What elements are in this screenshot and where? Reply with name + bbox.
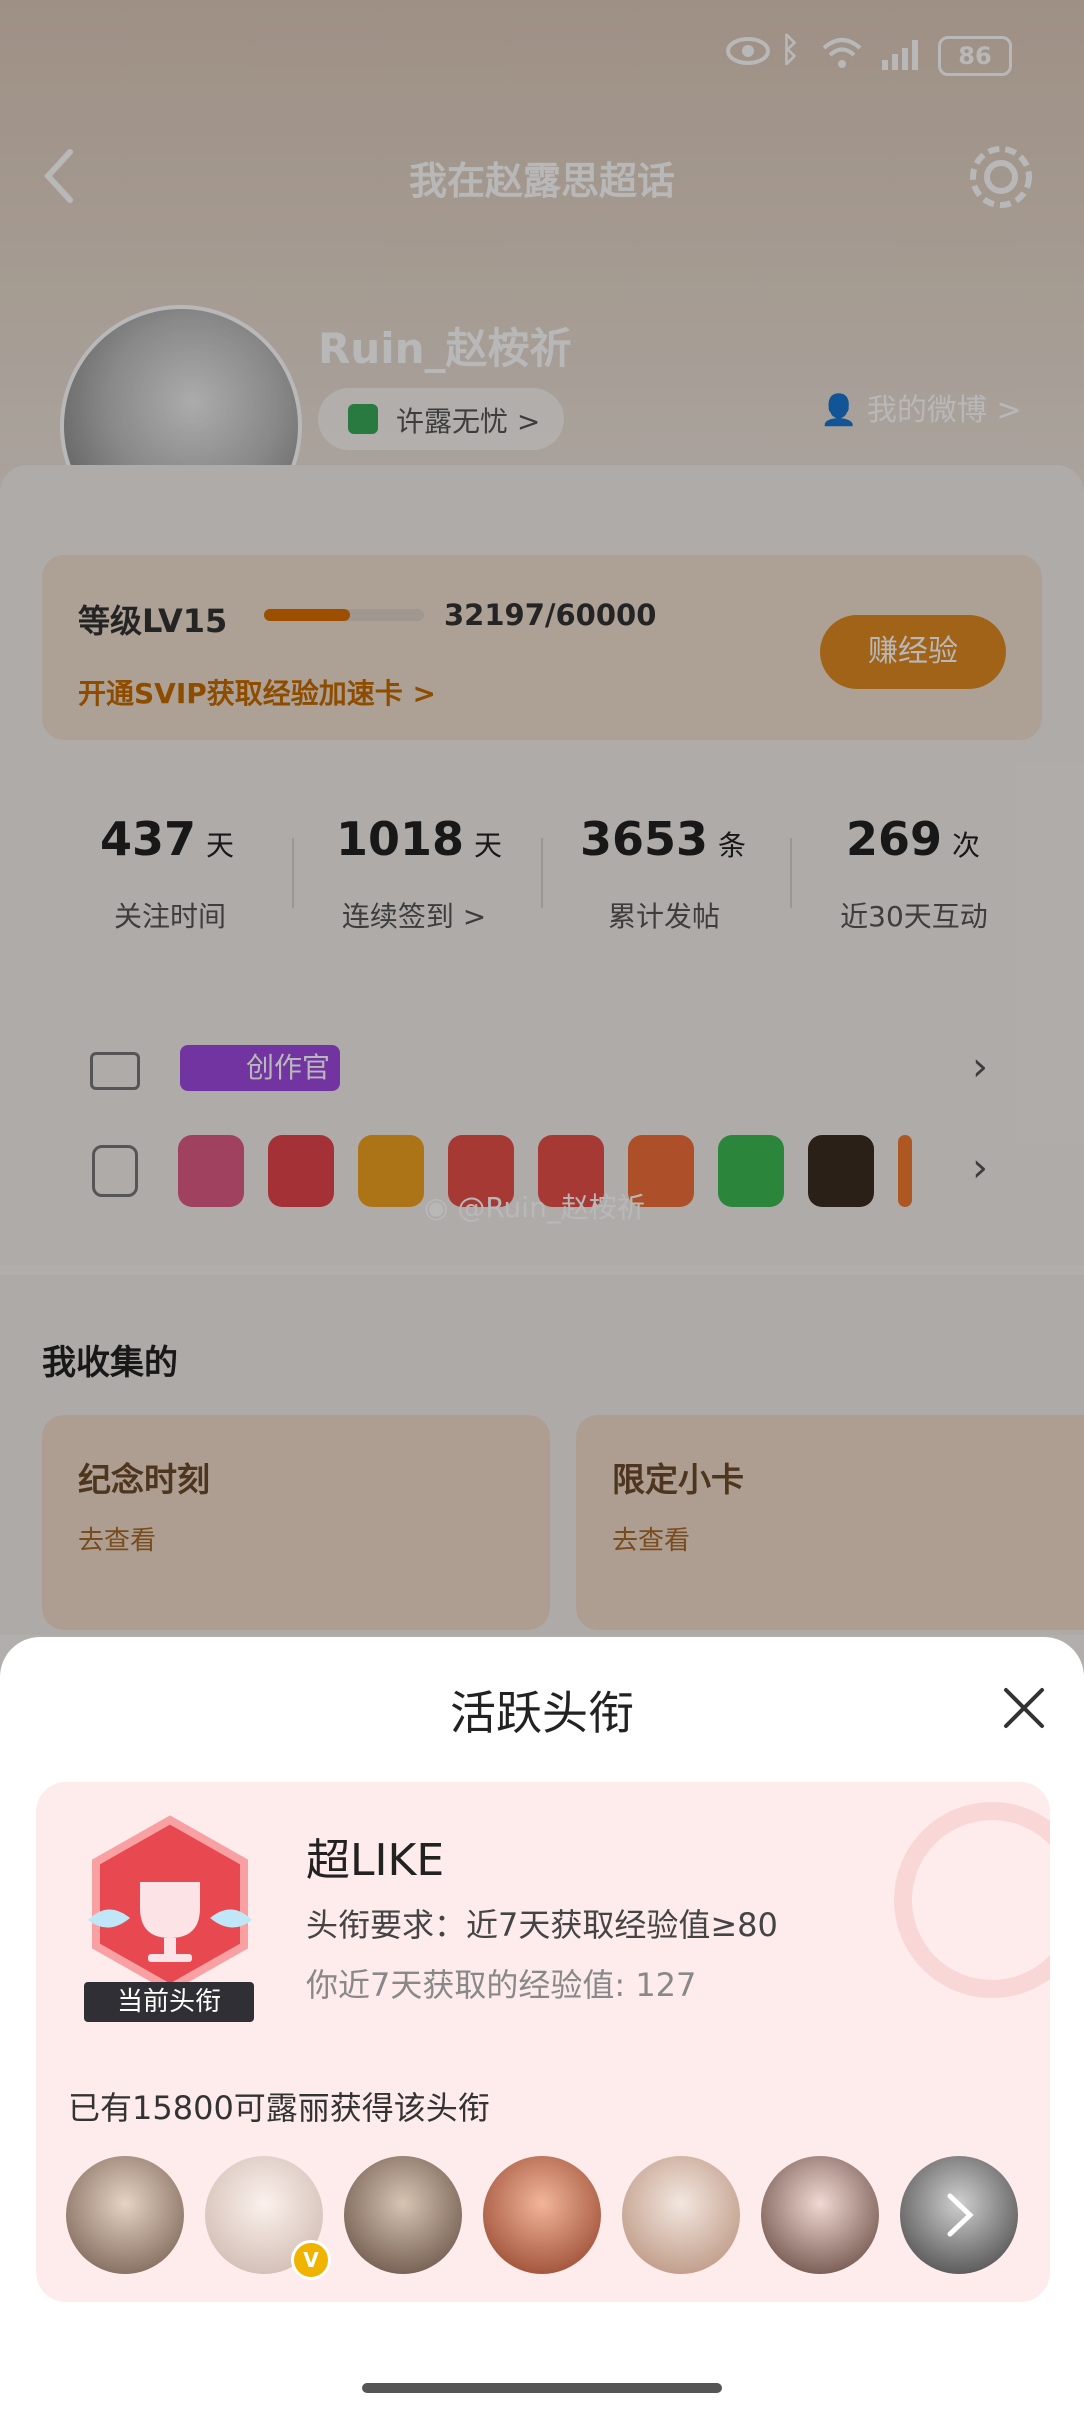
current-honor-tag: 当前头衔 bbox=[84, 1982, 254, 2022]
avatar[interactable] bbox=[66, 2156, 184, 2274]
avatar[interactable] bbox=[344, 2156, 462, 2274]
decor-circle bbox=[894, 1802, 1050, 1998]
chevron-right-icon bbox=[947, 2193, 974, 2237]
avatar[interactable] bbox=[483, 2156, 601, 2274]
holders-text: 已有15800可露丽获得该头衔 bbox=[68, 2089, 490, 2127]
avatar[interactable] bbox=[761, 2156, 879, 2274]
honor-your-value: 你近7天获取的经验值: 127 bbox=[306, 1966, 697, 2004]
honor-requirement: 头衔要求：近7天获取经验值≥80 bbox=[306, 1906, 778, 1944]
verified-v-icon: V bbox=[291, 2240, 331, 2280]
home-indicator[interactable] bbox=[362, 2383, 722, 2393]
honor-name: 超LIKE bbox=[306, 1835, 445, 1886]
trophy-badge-icon bbox=[88, 1815, 252, 1993]
more-holders-button[interactable] bbox=[900, 2156, 1018, 2274]
avatar[interactable] bbox=[622, 2156, 740, 2274]
close-icon[interactable] bbox=[1002, 1686, 1046, 1730]
sheet-title: 活跃头衔 bbox=[450, 1686, 634, 1740]
